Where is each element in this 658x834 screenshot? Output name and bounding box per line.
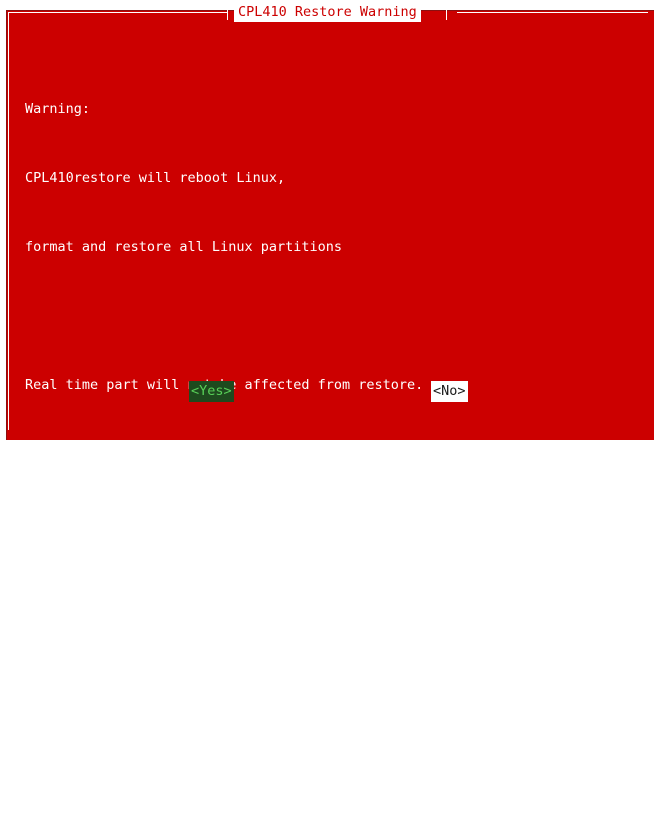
message-line-continue: Continue? [25,791,99,807]
message-line-blank-2 [25,581,513,604]
message-line-format: format and restore all Linux partitions [25,239,342,255]
title-left-tick [227,5,228,20]
message-line-duration: Restoring the whole Linux system can tak… [25,446,513,462]
title-right-tick [446,5,447,20]
dialog-message: Warning: CPL410restore will reboot Linux… [25,52,513,834]
dialog-left-border [8,12,9,430]
message-line-blank-1 [25,305,513,328]
dialog-title: CPL410 Restore Warning [234,3,421,22]
dialog-top-border-left [8,12,227,13]
message-line-warning: Warning: [25,101,91,117]
message-line-blank-3 [25,719,513,742]
message-line-logfile: After restore you can find a log file on… [25,515,481,531]
no-button[interactable]: <No> [431,381,468,402]
dialog-top-border-right [457,12,648,13]
message-line-reboot: CPL410restore will reboot Linux, [25,170,286,186]
yes-button[interactable]: <Yes> [189,381,234,402]
message-line-gpok: Restoring is complete when the GPOK LED … [25,653,432,669]
